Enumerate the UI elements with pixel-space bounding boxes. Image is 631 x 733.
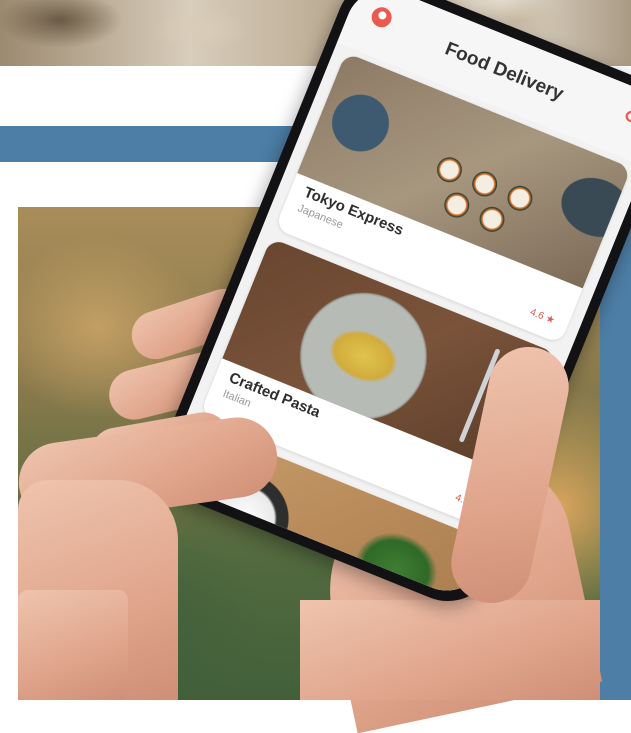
holding-hand-base: [300, 600, 600, 700]
pointing-hand-wrist: [18, 590, 128, 700]
